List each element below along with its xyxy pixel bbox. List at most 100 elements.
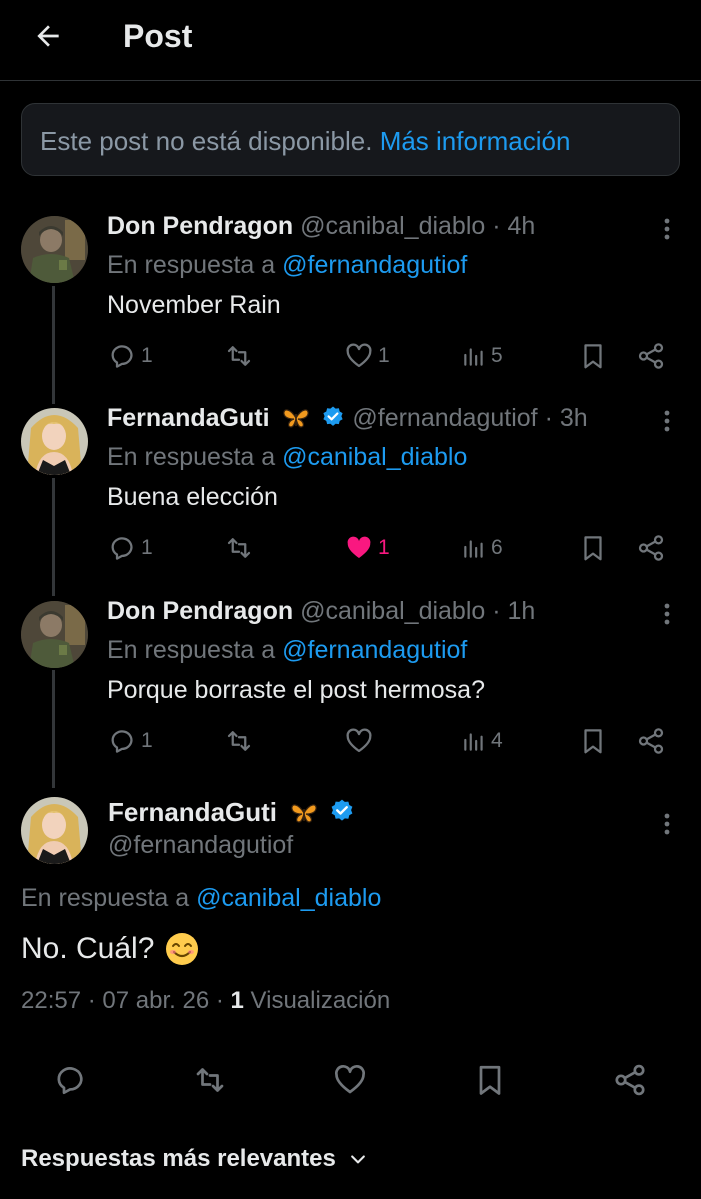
reply-button[interactable]: 1 xyxy=(107,721,153,761)
sort-replies-dropdown[interactable]: Respuestas más relevantes xyxy=(21,1145,368,1173)
post-time[interactable]: 22:57 xyxy=(21,987,81,1014)
bookmark-button[interactable] xyxy=(472,1058,508,1102)
replying-to: En respuesta a @fernandagutiof xyxy=(107,251,467,280)
post-time[interactable]: 4h xyxy=(508,212,536,240)
sort-label: Respuestas más relevantes xyxy=(21,1145,336,1172)
bookmark-icon xyxy=(479,1065,501,1095)
more-options-button[interactable] xyxy=(652,599,682,629)
author-handle[interactable]: @fernandagutiof xyxy=(352,404,537,432)
views-button[interactable]: 6 xyxy=(461,528,503,568)
bookmark-button[interactable] xyxy=(578,336,608,376)
mention-link[interactable]: @canibal_diablo xyxy=(282,443,467,471)
repost-button[interactable] xyxy=(192,1058,228,1102)
like-button[interactable]: 1 xyxy=(344,336,390,376)
bookmark-icon xyxy=(584,729,602,754)
post-timestamp: 22:57 · 07 abr. 26 · 1 Visualización xyxy=(21,987,390,1015)
main-author-avatar[interactable] xyxy=(21,797,88,864)
post-actions: 1 1 6 xyxy=(0,528,701,568)
post-meta: FernandaGuti @fernandagutiof · 3h xyxy=(107,404,588,433)
share-button[interactable] xyxy=(612,1058,648,1102)
post-text: Buena elección xyxy=(107,483,278,511)
reply-icon xyxy=(57,1067,83,1095)
reply-post[interactable]: Don Pendragon @canibal_diablo · 4h En re… xyxy=(0,212,701,382)
post-time[interactable]: 3h xyxy=(560,404,588,432)
bookmark-icon xyxy=(584,344,602,369)
main-author-name-row[interactable]: FernandaGuti xyxy=(108,797,355,828)
verified-badge-icon xyxy=(332,799,353,821)
share-button[interactable] xyxy=(636,721,666,761)
chevron-down-icon xyxy=(350,1155,365,1164)
back-button[interactable] xyxy=(28,16,68,56)
reply-count: 1 xyxy=(141,536,153,559)
post-time[interactable]: 1h xyxy=(508,597,536,625)
more-options-button[interactable] xyxy=(652,406,682,436)
mention-link[interactable]: @canibal_diablo xyxy=(196,884,381,912)
repost-button[interactable] xyxy=(224,336,254,376)
repost-icon xyxy=(227,731,251,751)
reply-post[interactable]: FernandaGuti @fernandagutiof · 3h En res… xyxy=(0,404,701,574)
reply-icon xyxy=(111,537,133,560)
like-button[interactable]: 1 xyxy=(344,528,390,568)
more-options-button[interactable] xyxy=(652,809,682,839)
views-button[interactable]: 5 xyxy=(461,336,503,376)
separator-dot: · xyxy=(544,404,553,432)
post-text: November Rain xyxy=(107,291,281,319)
more-options-button[interactable] xyxy=(652,214,682,244)
like-button[interactable] xyxy=(332,1058,368,1102)
avatar[interactable] xyxy=(21,601,88,668)
main-post-text: No. Cuál? xyxy=(21,931,200,967)
mention-link[interactable]: @fernandagutiof xyxy=(282,636,467,664)
views-label[interactable]: Visualización xyxy=(251,987,391,1014)
author-name[interactable]: Don Pendragon xyxy=(107,597,293,625)
views-button[interactable]: 4 xyxy=(461,721,503,761)
author-name[interactable]: Don Pendragon xyxy=(107,212,293,240)
main-author-name[interactable]: FernandaGuti xyxy=(108,797,277,827)
reply-button[interactable]: 1 xyxy=(107,528,153,568)
notice-text: Este post no está disponible. xyxy=(40,126,373,156)
arrow-left-icon xyxy=(37,25,59,47)
verified-badge-icon xyxy=(323,406,344,426)
mention-link[interactable]: @fernandagutiof xyxy=(282,251,467,279)
author-name[interactable]: FernandaGuti xyxy=(107,404,270,432)
separator-dot: · xyxy=(87,987,96,1014)
reply-count: 1 xyxy=(141,729,153,752)
replying-prefix: En respuesta a xyxy=(107,443,276,471)
more-vertical-icon xyxy=(664,410,670,432)
more-vertical-icon xyxy=(664,218,670,240)
repost-icon xyxy=(227,346,251,366)
replying-prefix: En respuesta a xyxy=(107,636,276,664)
author-handle[interactable]: @canibal_diablo xyxy=(300,212,485,240)
reply-icon xyxy=(111,730,133,753)
share-icon xyxy=(638,535,664,561)
smiling-face-emoji-icon xyxy=(166,933,199,965)
bookmark-button[interactable] xyxy=(578,721,608,761)
post-meta: Don Pendragon @canibal_diablo · 1h xyxy=(107,597,535,626)
separator-dot: · xyxy=(492,597,501,625)
main-author-handle[interactable]: @fernandagutiof xyxy=(108,831,293,860)
post-date[interactable]: 07 abr. 26 xyxy=(102,987,209,1014)
repost-button[interactable] xyxy=(224,528,254,568)
reply-button[interactable]: 1 xyxy=(107,336,153,376)
avatar[interactable] xyxy=(21,408,88,475)
author-handle[interactable]: @canibal_diablo xyxy=(300,597,485,625)
share-icon xyxy=(638,343,664,369)
views-count: 6 xyxy=(491,536,503,559)
replying-to: En respuesta a @fernandagutiof xyxy=(107,636,467,665)
reply-count: 1 xyxy=(141,344,153,367)
repost-button[interactable] xyxy=(224,721,254,761)
reply-post[interactable]: Don Pendragon @canibal_diablo · 1h En re… xyxy=(0,597,701,767)
more-info-link[interactable]: Más información xyxy=(380,126,571,156)
butterfly-emoji-icon xyxy=(291,804,317,823)
reply-button[interactable] xyxy=(52,1058,88,1102)
separator-dot: · xyxy=(215,987,224,1014)
avatar-soldier-image xyxy=(21,216,88,283)
like-button[interactable] xyxy=(344,721,374,761)
avatar[interactable] xyxy=(21,216,88,283)
bookmark-button[interactable] xyxy=(578,528,608,568)
heart-icon xyxy=(335,1065,365,1094)
reply-icon xyxy=(111,345,133,368)
share-button[interactable] xyxy=(636,528,666,568)
main-post-body: No. Cuál? xyxy=(21,932,155,965)
more-vertical-icon xyxy=(664,813,670,835)
share-button[interactable] xyxy=(636,336,666,376)
